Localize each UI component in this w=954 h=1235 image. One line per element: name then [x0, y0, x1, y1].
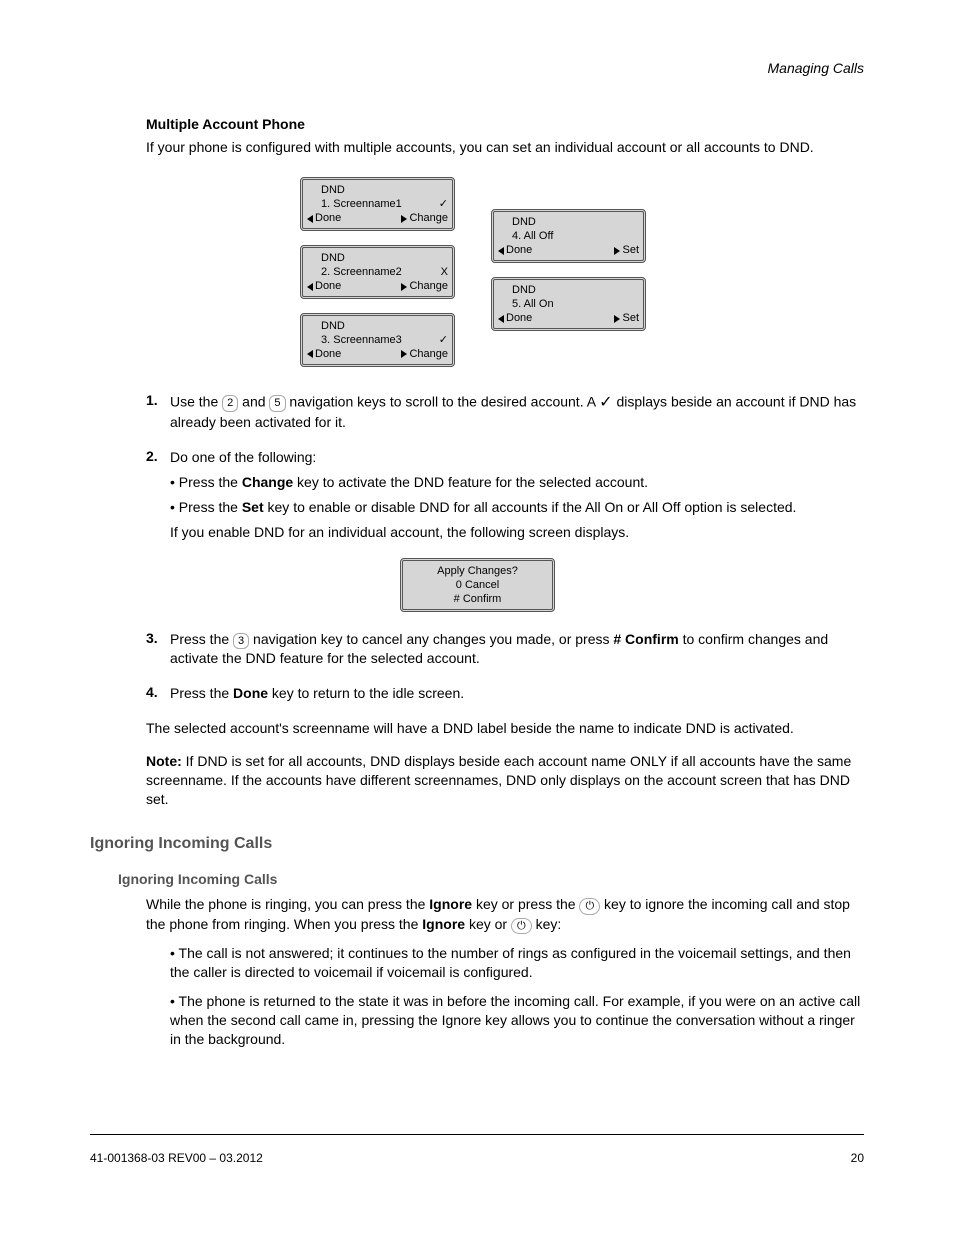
- step-1: 1. Use the 2 and 5 navigation keys to sc…: [146, 392, 864, 438]
- text-fragment: Use the: [170, 393, 222, 409]
- ring-paragraph: While the phone is ringing, you can pres…: [146, 895, 864, 935]
- triangle-right-icon: [401, 283, 407, 291]
- text-fragment: navigation keys to scroll to the desired…: [289, 393, 599, 409]
- set-softkey[interactable]: Set: [614, 243, 639, 257]
- triangle-right-icon: [401, 350, 407, 358]
- lcd-title: DND: [307, 319, 345, 333]
- done-softkey[interactable]: Done: [307, 211, 341, 225]
- lcd-item-label: 5. All On: [498, 297, 554, 311]
- text-fragment: key:: [536, 916, 562, 932]
- text-fragment: Press the: [170, 631, 233, 647]
- step-number: 2.: [146, 448, 170, 464]
- lcd-title: DND: [498, 215, 536, 229]
- change-softkey[interactable]: Change: [401, 279, 448, 293]
- done-key-label: Done: [233, 685, 268, 701]
- text-fragment: Press the: [170, 685, 233, 701]
- text-fragment: key to return to the idle screen.: [268, 685, 464, 701]
- step-4: 4. Press the Done key to return to the i…: [146, 684, 864, 709]
- triangle-left-icon: [307, 215, 313, 223]
- apply-changes-lcd: Apply Changes? 0 Cancel # Confirm: [400, 558, 555, 612]
- triangle-right-icon: [401, 215, 407, 223]
- section-title: Multiple Account Phone: [146, 116, 864, 132]
- lcd-screen: DND 2. Screenname2 X Done Change: [300, 245, 455, 299]
- step-number: 4.: [146, 684, 170, 700]
- lcd-title: DND: [498, 283, 536, 297]
- lcd-screen: DND 4. All Off Done Set: [491, 209, 646, 263]
- step-number: 3.: [146, 630, 170, 646]
- note-body: If DND is set for all accounts, DND disp…: [146, 753, 851, 807]
- text-fragment: navigation key to cancel any changes you…: [253, 631, 613, 647]
- lcd-screen: DND 3. Screenname3 ✓ Done Change: [300, 313, 455, 367]
- done-softkey[interactable]: Done: [307, 279, 341, 293]
- goodbye-key-icon: ⏻: [511, 918, 532, 935]
- bullet-text: • Press the: [170, 499, 242, 515]
- check-icon: ✓: [439, 333, 448, 347]
- lcd-line: Apply Changes?: [407, 564, 548, 578]
- heading-ignoring-calls: Ignoring Incoming Calls: [90, 835, 864, 853]
- set-softkey[interactable]: Set: [614, 311, 639, 325]
- lcd-col-left: DND 1. Screenname1 ✓ Done Change: [300, 177, 455, 367]
- nav-key-5-icon: 5: [269, 395, 285, 412]
- lcd-screens-group: DND 1. Screenname1 ✓ Done Change: [300, 177, 864, 367]
- bullet-text: key to activate the DND feature for the …: [293, 474, 648, 490]
- note-label: Note:: [146, 753, 186, 769]
- subheading-ignoring-calls: Ignoring Incoming Calls: [118, 871, 864, 887]
- lcd-item-label: 1. Screenname1: [307, 197, 402, 211]
- note: Note: If DND is set for all accounts, DN…: [146, 752, 864, 809]
- ignore-key-label: Ignore: [429, 896, 472, 912]
- closing-paragraph: The selected account's screenname will h…: [146, 719, 864, 738]
- lcd-col-right: DND 4. All Off Done Set DND 5. All On: [491, 209, 646, 367]
- ignore-key-label: Ignore: [422, 916, 465, 932]
- triangle-left-icon: [498, 247, 504, 255]
- check-icon: ✓: [599, 394, 612, 411]
- intro-paragraph: If your phone is configured with multipl…: [146, 138, 864, 157]
- lcd-item-label: 2. Screenname2: [307, 265, 402, 279]
- footer-rule: [90, 1134, 864, 1135]
- lcd-screen: DND 1. Screenname1 ✓ Done Change: [300, 177, 455, 231]
- step-number: 1.: [146, 392, 170, 408]
- triangle-left-icon: [498, 315, 504, 323]
- chapter-title: Managing Calls: [90, 60, 864, 76]
- step-text: If you enable DND for an individual acco…: [170, 523, 864, 542]
- bullet-text: • Press the: [170, 474, 242, 490]
- change-softkey[interactable]: Change: [401, 211, 448, 225]
- done-softkey[interactable]: Done: [498, 311, 532, 325]
- footer-left: 41-001368-03 REV00 – 03.2012: [90, 1151, 263, 1165]
- page-number: 20: [851, 1151, 864, 1165]
- lcd-item-label: 4. All Off: [498, 229, 553, 243]
- step-text: Do one of the following:: [170, 448, 864, 467]
- lcd-item-label: 3. Screenname3: [307, 333, 402, 347]
- confirm-label: # Confirm: [613, 631, 678, 647]
- bullet-text: The phone is returned to the state it wa…: [170, 993, 860, 1047]
- done-softkey[interactable]: Done: [307, 347, 341, 361]
- lcd-title: DND: [307, 183, 345, 197]
- nav-key-2-icon: 2: [222, 395, 238, 412]
- goodbye-key-icon: ⏻: [579, 898, 600, 915]
- set-key-label: Set: [242, 499, 264, 515]
- ring-bullet: • The call is not answered; it continues…: [170, 944, 864, 982]
- step-2: 2. Do one of the following: • Press the …: [146, 448, 864, 548]
- change-key-label: Change: [242, 474, 293, 490]
- lcd-screen: DND 5. All On Done Set: [491, 277, 646, 331]
- bullet-text: The call is not answered; it continues t…: [170, 945, 851, 980]
- triangle-right-icon: [614, 247, 620, 255]
- lcd-line: 0 Cancel: [407, 578, 548, 592]
- lcd-title: DND: [307, 251, 345, 265]
- change-softkey[interactable]: Change: [401, 347, 448, 361]
- text-fragment: key or: [465, 916, 511, 932]
- text-fragment: While the phone is ringing, you can pres…: [146, 896, 429, 912]
- ring-bullet: • The phone is returned to the state it …: [170, 992, 864, 1049]
- check-icon: ✓: [439, 197, 448, 211]
- triangle-left-icon: [307, 350, 313, 358]
- text-fragment: key or press the: [472, 896, 579, 912]
- lcd-line: # Confirm: [407, 592, 548, 606]
- done-softkey[interactable]: Done: [498, 243, 532, 257]
- x-icon: X: [441, 265, 448, 279]
- bullet-text: key to enable or disable DND for all acc…: [264, 499, 797, 515]
- text-fragment: and: [242, 393, 269, 409]
- triangle-left-icon: [307, 283, 313, 291]
- triangle-right-icon: [614, 315, 620, 323]
- nav-key-3-icon: 3: [233, 633, 249, 650]
- step-3: 3. Press the 3 navigation key to cancel …: [146, 630, 864, 675]
